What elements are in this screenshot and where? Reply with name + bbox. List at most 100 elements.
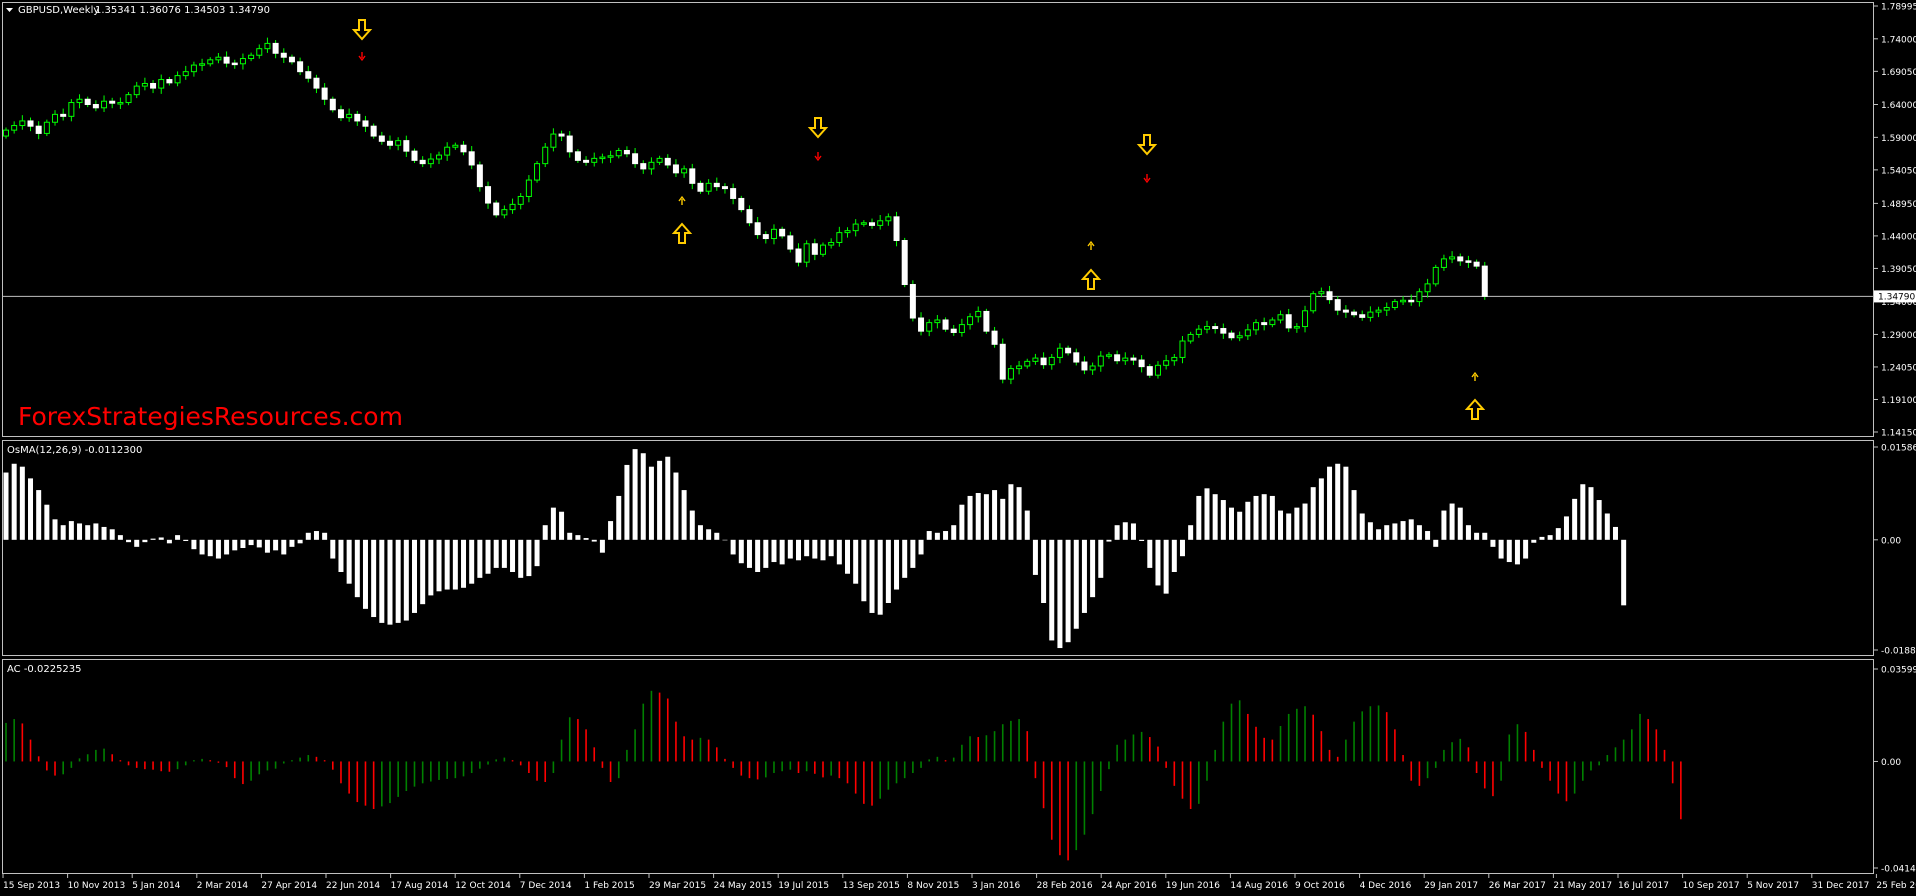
bear-candle xyxy=(1359,314,1366,318)
time-tick-label: 1 Feb 2015 xyxy=(584,881,634,891)
bull-candle xyxy=(926,322,933,332)
time-tick-label: 29 Jan 2017 xyxy=(1424,881,1478,891)
bull-candle xyxy=(607,155,614,158)
price-tick-label: 1.29000 xyxy=(1881,331,1916,341)
bear-candle xyxy=(893,216,900,241)
osma-bar xyxy=(420,539,426,605)
osma-title: OsMA(12,26,9) -0.0112300 xyxy=(7,445,142,456)
bull-candle xyxy=(1424,283,1431,293)
osma-bar xyxy=(1253,495,1259,540)
osma-bar xyxy=(101,526,107,540)
bear-candle xyxy=(84,98,91,106)
time-tick-label: 21 May 2017 xyxy=(1553,881,1612,891)
bear-candle xyxy=(92,104,99,109)
bull-candle xyxy=(1171,356,1178,362)
osma-bar xyxy=(1555,528,1561,540)
bear-candle xyxy=(1146,366,1153,376)
bull-candle xyxy=(1293,326,1300,329)
osma-bar xyxy=(820,539,826,561)
osma-bar xyxy=(608,521,614,540)
osma-bar xyxy=(779,539,785,565)
osma-bar xyxy=(403,539,409,621)
ac-tick-label: -0.041474 xyxy=(1881,865,1916,875)
bull-candle xyxy=(239,58,246,65)
osma-bar xyxy=(1433,539,1439,547)
bull-candle xyxy=(681,168,688,174)
bull-candle xyxy=(1400,299,1407,303)
bear-candle xyxy=(918,317,925,332)
osma-bar xyxy=(1237,511,1243,540)
osma-bar xyxy=(1163,539,1169,594)
osma-bar xyxy=(1000,498,1006,540)
bear-candle xyxy=(1408,299,1415,303)
bear-candle xyxy=(378,135,385,142)
metatrader-chart-window[interactable]: GBPUSD,Weekly 1.35341 1.36076 1.34503 1.… xyxy=(0,0,1916,896)
bull-candle xyxy=(844,230,851,234)
bear-candle xyxy=(1130,357,1137,361)
osma-tick-label: 0.015865 xyxy=(1881,444,1916,454)
osma-bar xyxy=(273,539,279,551)
osma-bar xyxy=(763,539,769,568)
osma-bar xyxy=(845,539,851,574)
osma-bar xyxy=(877,539,883,615)
bull-candle xyxy=(190,64,197,73)
bear-candle xyxy=(272,42,279,54)
bear-candle xyxy=(485,186,492,204)
bear-candle xyxy=(583,159,590,163)
osma-bar xyxy=(232,539,238,551)
osma-bar xyxy=(1465,525,1471,540)
ac-tick-label: 0.00 xyxy=(1881,758,1901,768)
bull-candle xyxy=(1302,310,1309,328)
osma-bar xyxy=(1269,495,1275,540)
bear-candle xyxy=(150,82,157,89)
osma-bar xyxy=(248,539,254,546)
osma-bar xyxy=(1147,539,1153,568)
bull-candle xyxy=(1154,364,1161,376)
bull-candle xyxy=(1163,360,1170,366)
bear-candle xyxy=(403,140,410,152)
time-tick-label: 24 Apr 2016 xyxy=(1101,881,1157,891)
bear-candle xyxy=(419,159,426,165)
bull-candle xyxy=(452,144,459,148)
bear-candle xyxy=(697,182,704,192)
bull-candle xyxy=(1089,365,1096,371)
time-tick-label: 31 Dec 2017 xyxy=(1812,881,1870,891)
bear-candle xyxy=(280,52,287,58)
chart-canvas[interactable]: GBPUSD,Weekly 1.35341 1.36076 1.34503 1.… xyxy=(0,0,1916,896)
osma-bar xyxy=(322,532,328,540)
osma-bar xyxy=(68,521,74,540)
bear-candle xyxy=(762,234,769,240)
watermark-text: ForexStrategiesResources.com xyxy=(18,402,403,431)
osma-bar xyxy=(305,532,311,540)
osma-bar xyxy=(510,539,516,572)
bull-candle xyxy=(1375,309,1382,313)
bull-candle xyxy=(648,161,655,170)
time-tick-label: 26 Mar 2017 xyxy=(1489,881,1546,891)
bear-candle xyxy=(999,343,1006,380)
osma-bar xyxy=(215,539,221,559)
osma-bar xyxy=(501,539,507,568)
osma-bar xyxy=(1327,466,1333,540)
bull-candle xyxy=(542,146,549,165)
osma-bar xyxy=(117,535,123,540)
price-tick-label: 1.48950 xyxy=(1881,200,1916,210)
osma-bar xyxy=(951,525,957,540)
bull-candle xyxy=(117,102,124,105)
bear-candle xyxy=(746,209,753,224)
bull-candle xyxy=(1007,368,1014,380)
time-tick-label: 24 May 2015 xyxy=(714,881,773,891)
bull-candle xyxy=(934,319,941,324)
bear-candle xyxy=(313,77,320,89)
bear-candle xyxy=(321,87,328,100)
osma-bar xyxy=(1596,500,1602,540)
bear-candle xyxy=(370,125,377,137)
osma-bar xyxy=(632,449,638,540)
osma-bar xyxy=(371,539,377,618)
osma-bar xyxy=(648,466,654,540)
osma-bar xyxy=(738,539,744,564)
osma-bar xyxy=(1024,510,1030,540)
bull-candle xyxy=(1032,357,1039,362)
bear-candle xyxy=(623,149,630,155)
osma-bar xyxy=(894,539,900,590)
osma-bar xyxy=(869,539,875,613)
